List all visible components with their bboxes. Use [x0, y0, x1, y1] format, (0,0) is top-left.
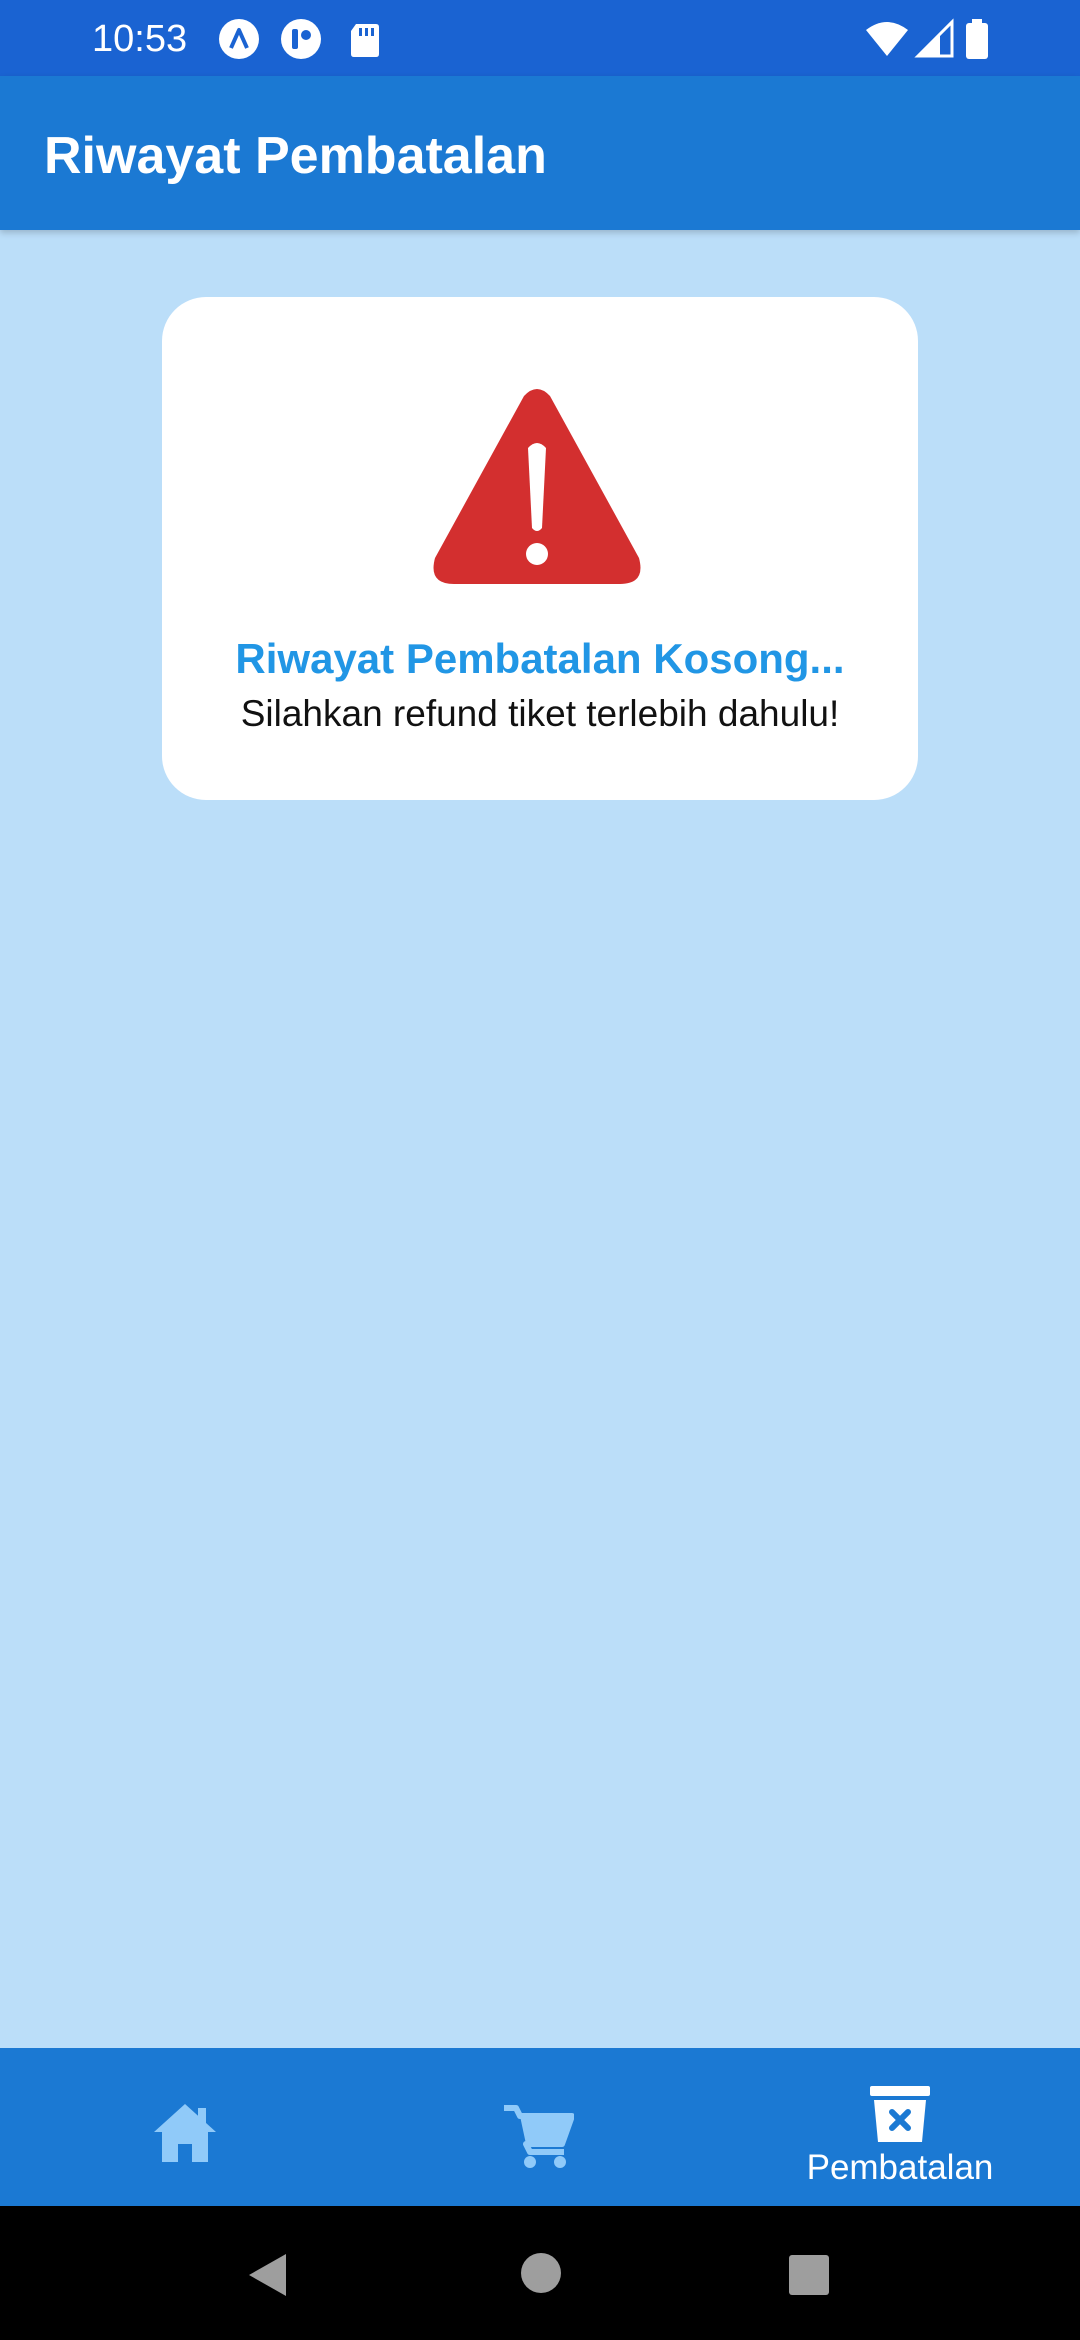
- nav-item-pembatalan[interactable]: Pembatalan: [720, 2048, 1080, 2206]
- empty-state-title: Riwayat Pembatalan Kosong...: [235, 635, 845, 682]
- status-time: 10:53: [92, 18, 188, 60]
- battery-icon: [964, 18, 990, 60]
- status-bar: 10:53: [0, 0, 1080, 76]
- empty-state-card: Riwayat Pembatalan Kosong... Silahkan re…: [162, 297, 918, 800]
- cart-icon: [502, 2104, 575, 2175]
- nav-label-pembatalan: Pembatalan: [806, 2148, 994, 2187]
- cancel-bin-icon: [868, 2086, 932, 2149]
- empty-state-subtitle: Silahkan refund tiket terlebih dahulu!: [240, 693, 840, 734]
- home-icon: [152, 2102, 218, 2169]
- recents-icon[interactable]: [788, 2254, 830, 2301]
- system-nav-bar: [0, 2206, 1080, 2340]
- nav-item-cart[interactable]: [360, 2048, 720, 2206]
- notification-p-icon: [280, 18, 322, 60]
- page-title: Riwayat Pembatalan: [44, 127, 547, 185]
- bottom-nav: Pembatalan: [0, 2048, 1080, 2206]
- home-circle-icon[interactable]: [520, 2252, 562, 2299]
- content-area: Riwayat Pembatalan Kosong... Silahkan re…: [0, 230, 1080, 2048]
- signal-icon: [914, 18, 956, 60]
- wifi-icon: [864, 18, 910, 60]
- nav-item-home[interactable]: [0, 2048, 360, 2206]
- app-bar: Riwayat Pembatalan: [0, 76, 1080, 230]
- warning-icon: [430, 388, 644, 588]
- sd-card-icon: [344, 18, 386, 60]
- notification-a-icon: [218, 18, 260, 60]
- back-icon[interactable]: [246, 2252, 288, 2303]
